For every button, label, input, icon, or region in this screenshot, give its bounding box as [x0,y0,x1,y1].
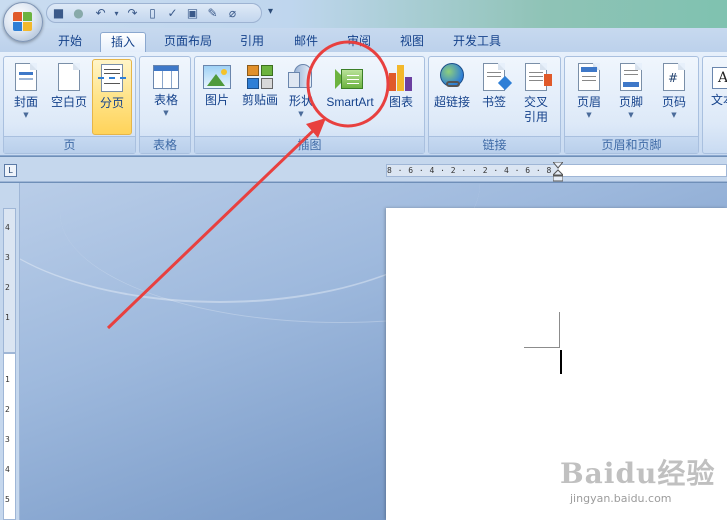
undo-dropdown-icon[interactable]: ▾ [109,6,124,21]
shapes-icon [288,64,314,90]
header-icon [578,63,600,91]
page-number-icon: # [663,63,685,91]
office-logo-icon [13,12,33,32]
chart-button[interactable]: 图表 [381,59,421,135]
undo-icon[interactable]: ● [71,6,86,21]
clip-art-icon [247,65,273,89]
group-text: A 文本 [702,56,727,154]
cross-reference-icon [525,63,552,91]
tab-review[interactable]: 审阅 [339,32,379,52]
tab-selector-icon[interactable]: L [4,164,17,177]
cover-page-icon [15,63,37,91]
hyperlink-button[interactable]: 超链接 [431,59,473,135]
group-illustrations: 图片 剪贴画 形状 ▼ SmartArt 图表 插图 [194,56,425,154]
watermark-url: jingyan.baidu.com [570,492,672,505]
ribbon-tabs: 开始 插入 页面布局 引用 邮件 审阅 视图 开发工具 [0,28,727,52]
chevron-down-icon: ▼ [23,111,29,119]
watermark: Baidu经验 jingyan.baidu.com [560,452,720,512]
chevron-down-icon: ▼ [298,110,304,118]
save-icon[interactable]: ■ [51,6,66,21]
picture-button[interactable]: 图片 [197,59,237,135]
group-links: 超链接 书签 交叉 引用 链接 [428,56,561,154]
page-break-icon [98,64,126,92]
table-icon [153,65,179,89]
chevron-down-icon: ▼ [163,109,169,117]
margin-corner-mark [524,312,560,348]
cover-page-button[interactable]: 封面 ▼ [6,59,46,135]
footer-button[interactable]: 页脚 ▼ [611,59,651,135]
vertical-ruler[interactable]: 4 3 2 1 1 2 3 4 5 [0,183,20,520]
chevron-down-icon: ▼ [671,111,677,119]
tab-references[interactable]: 引用 [232,32,272,52]
link-icon[interactable]: ⌀ [225,6,240,21]
picture-icon [203,65,231,89]
group-label-links: 链接 [429,136,560,153]
smartart-button[interactable]: SmartArt [320,59,380,135]
group-pages: 封面 ▼ 空白页 分页 页 [3,56,136,154]
undo-arrow-icon[interactable]: ↶ [93,6,108,21]
quick-access-toolbar: ■ ● ↶ ▾ ↷ ▯ ✓ ▣ ✎ ⌀ [46,3,262,23]
group-label-tables: 表格 [140,136,190,153]
group-label-pages: 页 [4,136,135,153]
blank-page-button[interactable]: 空白页 [48,59,90,135]
bookmark-icon [483,63,513,91]
group-header-footer: 页眉 ▼ 页脚 ▼ # 页码 ▼ 页眉和页脚 [564,56,699,154]
insert-icon[interactable]: ✎ [205,6,220,21]
chevron-down-icon: ▼ [628,111,634,119]
table-button[interactable]: 表格 ▼ [145,59,187,135]
shapes-button[interactable]: 形状 ▼ [283,59,319,135]
tab-home[interactable]: 开始 [52,32,88,52]
indent-marker-icon[interactable] [553,162,563,182]
document-icon[interactable]: ▣ [185,6,200,21]
page-number-button[interactable]: # 页码 ▼ [653,59,695,135]
tab-page-layout[interactable]: 页面布局 [157,32,219,52]
chart-icon [387,63,415,91]
tab-developer[interactable]: 开发工具 [446,32,508,52]
cross-reference-button[interactable]: 交叉 引用 [515,59,557,135]
text-box-icon: A [712,67,727,89]
page-break-button[interactable]: 分页 [92,59,132,135]
print-preview-icon[interactable]: ▯ [145,6,160,21]
clip-art-button[interactable]: 剪贴画 [239,59,281,135]
group-label-header-footer: 页眉和页脚 [565,136,698,153]
tab-mailings[interactable]: 邮件 [286,32,326,52]
spelling-icon[interactable]: ✓ [165,6,180,21]
bookmark-button[interactable]: 书签 [475,59,513,135]
tab-insert[interactable]: 插入 [100,32,146,52]
office-button[interactable] [3,2,43,42]
text-cursor [560,350,562,374]
text-box-button[interactable]: A 文本 [705,59,727,135]
customize-icon[interactable]: ▾ [268,6,273,17]
watermark-brand: Baidu经验 [560,457,716,490]
blank-page-icon [58,63,80,91]
redo-icon[interactable]: ↷ [125,6,140,21]
chevron-down-icon: ▼ [586,111,592,119]
tab-view[interactable]: 视图 [392,32,432,52]
group-label-illustrations: 插图 [195,136,424,153]
smartart-icon [335,67,365,91]
group-tables: 表格 ▼ 表格 [139,56,191,154]
hyperlink-icon [438,63,466,91]
footer-icon [620,63,642,91]
header-button[interactable]: 页眉 ▼ [569,59,609,135]
ribbon: 封面 ▼ 空白页 分页 页 表格 ▼ 表格 图片 剪贴画 形状 ▼ SmartA… [0,52,727,156]
